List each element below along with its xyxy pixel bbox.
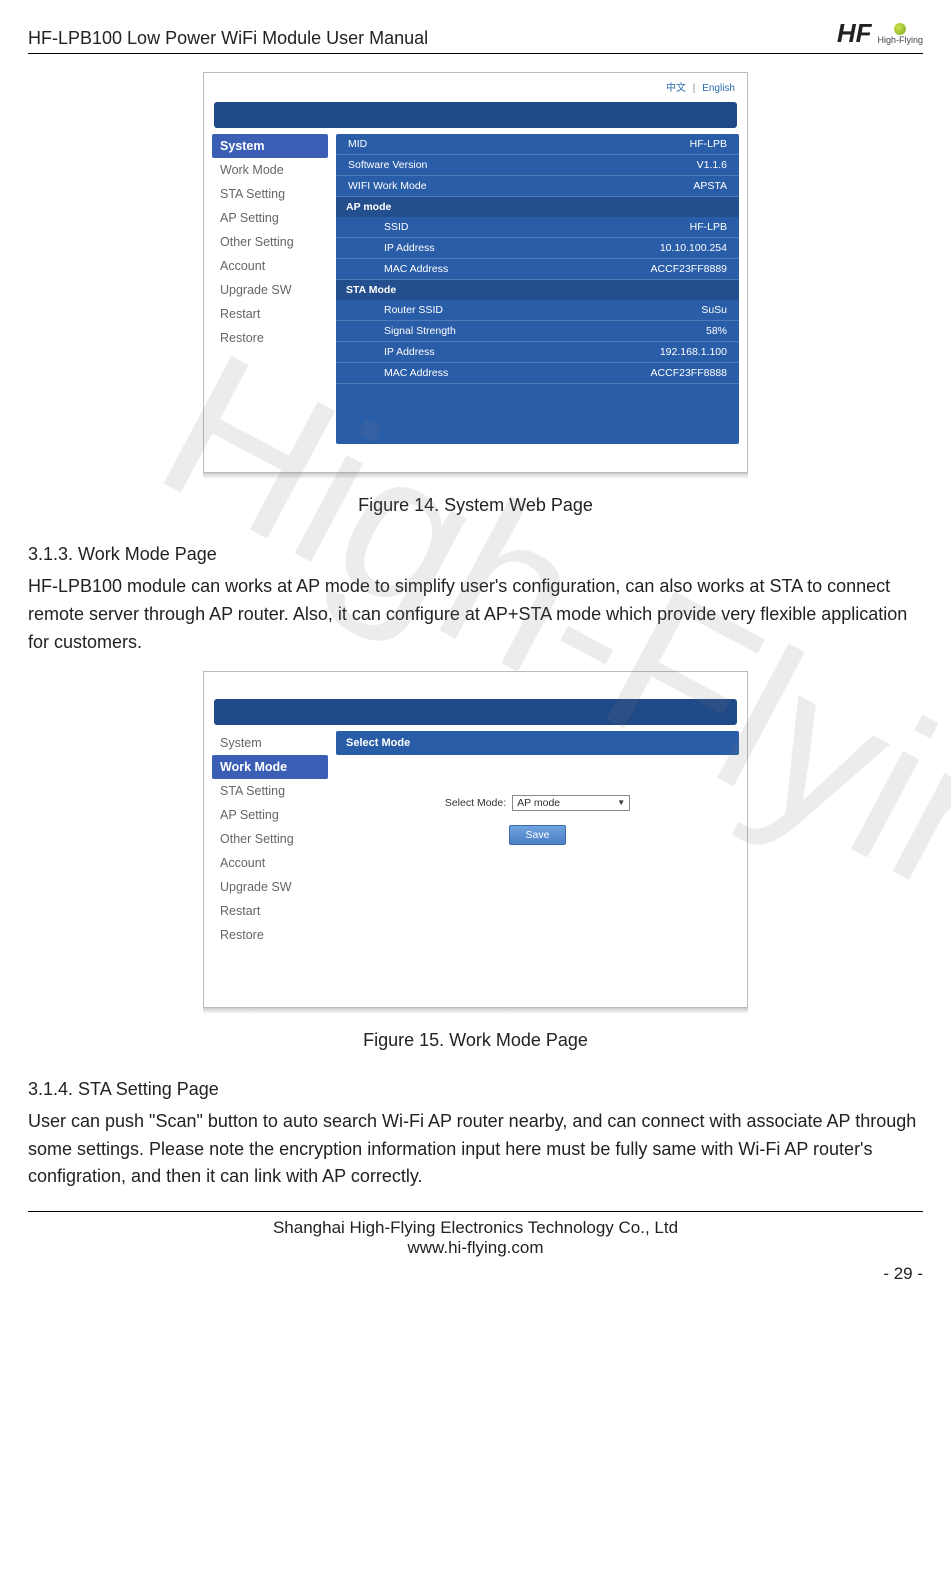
banner-15: [214, 699, 737, 725]
row-sta-ip: IP Address192.168.1.100: [336, 342, 739, 363]
figure-14-caption: Figure 14. System Web Page: [28, 495, 923, 516]
sidebar-item-other-setting[interactable]: Other Setting: [212, 827, 328, 851]
brand-dot-icon: [894, 23, 906, 35]
sidebar-item-upgrade-sw[interactable]: Upgrade SW: [212, 875, 328, 899]
select-mode-label: Select Mode:: [445, 797, 506, 809]
row-ap-ip: IP Address10.10.100.254: [336, 238, 739, 259]
sidebar-item-other-setting[interactable]: Other Setting: [212, 230, 328, 254]
sidebar-item-account[interactable]: Account: [212, 851, 328, 875]
heading-3-1-4: 3.1.4. STA Setting Page: [28, 1079, 923, 1100]
row-ap-mac: MAC AddressACCF23FF8889: [336, 259, 739, 280]
sidebar-item-account[interactable]: Account: [212, 254, 328, 278]
page-footer: Shanghai High-Flying Electronics Technol…: [28, 1211, 923, 1284]
doc-title: HF-LPB100 Low Power WiFi Module User Man…: [28, 28, 428, 49]
sidebar-item-system[interactable]: System: [212, 731, 328, 755]
sidebar-item-restart[interactable]: Restart: [212, 899, 328, 923]
row-sw-version: Software VersionV1.1.6: [336, 155, 739, 176]
subheader-ap-mode: AP mode: [336, 197, 739, 217]
row-sta-mac: MAC AddressACCF23FF8888: [336, 363, 739, 384]
page-number: - 29 -: [28, 1264, 923, 1284]
lang-switch: 中文 | English: [204, 73, 747, 100]
sidebar-item-restore[interactable]: Restore: [212, 923, 328, 947]
sidebar-item-ap-setting[interactable]: AP Setting: [212, 206, 328, 230]
footer-url: www.hi-flying.com: [28, 1238, 923, 1258]
brand-text: HF: [837, 18, 872, 49]
sidebar-item-sta-setting[interactable]: STA Setting: [212, 779, 328, 803]
brand-sub: High-Flying: [877, 35, 923, 45]
system-panel: MIDHF-LPB Software VersionV1.1.6 WIFI Wo…: [336, 134, 739, 444]
banner: [214, 102, 737, 128]
save-button[interactable]: Save: [509, 825, 567, 845]
sidebar-item-work-mode[interactable]: Work Mode: [212, 158, 328, 182]
figure-15-caption: Figure 15. Work Mode Page: [28, 1030, 923, 1051]
select-mode-dropdown[interactable]: AP mode ▼: [512, 795, 630, 811]
row-sta-router-ssid: Router SSIDSuSu: [336, 300, 739, 321]
panel-title: Select Mode: [336, 731, 739, 755]
lang-sep: |: [693, 83, 696, 94]
row-sta-signal: Signal Strength58%: [336, 321, 739, 342]
row-mid: MIDHF-LPB: [336, 134, 739, 155]
chevron-down-icon: ▼: [617, 798, 625, 807]
sidebar-item-ap-setting[interactable]: AP Setting: [212, 803, 328, 827]
fig15-shadow: [203, 1008, 748, 1014]
lang-en[interactable]: English: [702, 83, 735, 94]
doc-header: HF-LPB100 Low Power WiFi Module User Man…: [28, 18, 923, 54]
footer-company: Shanghai High-Flying Electronics Technol…: [28, 1218, 923, 1238]
sidebar-item-restore[interactable]: Restore: [212, 326, 328, 350]
sidebar-item-upgrade-sw[interactable]: Upgrade SW: [212, 278, 328, 302]
para-3-1-4: User can push "Scan" button to auto sear…: [28, 1108, 923, 1192]
heading-3-1-3: 3.1.3. Work Mode Page: [28, 544, 923, 565]
brand-logo: HF High-Flying: [837, 18, 923, 49]
sidebar: System Work Mode STA Setting AP Setting …: [212, 134, 328, 444]
work-mode-panel: Select Mode Select Mode: AP mode ▼ Save: [336, 731, 739, 947]
lang-cn[interactable]: 中文: [666, 83, 686, 94]
select-mode-value: AP mode: [517, 797, 560, 809]
sidebar-15: System Work Mode STA Setting AP Setting …: [212, 731, 328, 947]
row-ap-ssid: SSIDHF-LPB: [336, 217, 739, 238]
sidebar-item-sta-setting[interactable]: STA Setting: [212, 182, 328, 206]
lang-switch-15: [204, 672, 747, 697]
figure-15-screenshot: System Work Mode STA Setting AP Setting …: [203, 671, 748, 1008]
sidebar-item-restart[interactable]: Restart: [212, 302, 328, 326]
fig14-shadow: [203, 473, 748, 479]
para-3-1-3: HF-LPB100 module can works at AP mode to…: [28, 573, 923, 657]
sidebar-item-work-mode[interactable]: Work Mode: [212, 755, 328, 779]
figure-14-screenshot: 中文 | English System Work Mode STA Settin…: [203, 72, 748, 473]
sidebar-item-system[interactable]: System: [212, 134, 328, 158]
row-wifi-mode: WIFI Work ModeAPSTA: [336, 176, 739, 197]
subheader-sta-mode: STA Mode: [336, 280, 739, 300]
